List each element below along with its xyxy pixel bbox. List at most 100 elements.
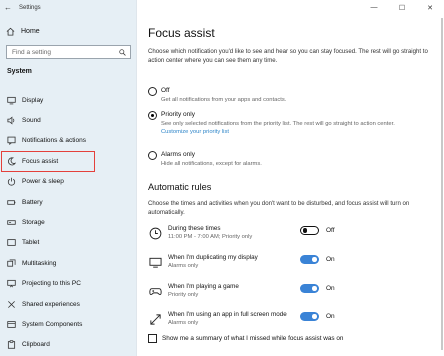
storage-icon: [6, 218, 16, 228]
system-components-icon: [6, 319, 16, 329]
sidebar-item-sound[interactable]: Sound: [0, 110, 137, 130]
sidebar-item-label: Focus assist: [22, 157, 59, 165]
shared-experiences-icon: [6, 299, 16, 309]
radio-label: Alarms only: [161, 151, 195, 158]
sidebar-item-label: Shared experiences: [22, 300, 80, 308]
sidebar-nav: Display Sound Notifications & actions Fo…: [0, 90, 137, 355]
radio-label: Off: [161, 87, 170, 94]
rule-full-screen-mode[interactable]: When I'm using an app in full screen mod…: [148, 310, 358, 330]
page-description: Choose which notification you'd like to …: [148, 48, 428, 64]
home-link[interactable]: Home: [5, 24, 130, 38]
sidebar-item-label: System Components: [22, 320, 83, 328]
radio-option-off[interactable]: Off Get all notifications from your apps…: [148, 86, 411, 104]
monitor-icon: [148, 255, 162, 269]
sidebar-item-system-components[interactable]: System Components: [0, 314, 137, 334]
sidebar-item-projecting[interactable]: Projecting to this PC: [0, 274, 137, 294]
sidebar-item-display[interactable]: Display: [0, 90, 137, 110]
close-button[interactable]: ✕: [416, 0, 444, 15]
sidebar-item-power-sleep[interactable]: Power & sleep: [0, 172, 137, 192]
home-label: Home: [21, 27, 40, 35]
clipboard-icon: [6, 340, 16, 350]
rule-title: When I'm playing a game: [168, 283, 239, 290]
sidebar-item-shared-experiences[interactable]: Shared experiences: [0, 294, 137, 314]
sidebar-item-storage[interactable]: Storage: [0, 212, 137, 232]
radio-option-priority-only[interactable]: Priority only See only selected notifica…: [148, 110, 411, 136]
radio-button[interactable]: [148, 87, 157, 96]
sidebar: ← Settings Home System Display Sound Not…: [0, 0, 137, 356]
scrollbar[interactable]: [441, 18, 443, 350]
sound-icon: [6, 116, 16, 126]
rule-title: When I'm using an app in full screen mod…: [168, 311, 287, 318]
radio-description: Get all notifications from your apps and…: [161, 97, 287, 103]
clock-icon: [148, 226, 162, 240]
toggle-state-label: On: [326, 256, 335, 263]
search-box: [6, 45, 131, 59]
window-controls: — ☐ ✕: [360, 0, 444, 15]
sidebar-item-label: Multitasking: [22, 259, 57, 267]
sidebar-item-focus-assist[interactable]: Focus assist: [1, 151, 95, 172]
sidebar-item-battery[interactable]: Battery: [0, 192, 137, 212]
back-button[interactable]: ←: [0, 0, 16, 15]
sidebar-item-label: Clipboard: [22, 341, 50, 349]
toggle-switch[interactable]: [300, 226, 319, 235]
toggle-switch[interactable]: [300, 255, 319, 264]
fullscreen-icon: [148, 312, 162, 326]
search-icon[interactable]: [119, 43, 126, 61]
display-icon: [6, 95, 16, 105]
toggle-switch[interactable]: [300, 284, 319, 293]
power-icon: [6, 177, 16, 187]
radio-button[interactable]: [148, 151, 157, 160]
home-icon: [5, 27, 15, 36]
radio-option-alarms-only[interactable]: Alarms only Hide all notifications, exce…: [148, 150, 411, 168]
radio-description: Hide all notifications, except for alarm…: [161, 161, 262, 167]
sidebar-item-clipboard[interactable]: Clipboard: [0, 335, 137, 355]
toggle-state-label: Off: [326, 227, 335, 234]
toggle-state-label: On: [326, 313, 335, 320]
rule-duplicating-display[interactable]: When I'm duplicating my display Alarms o…: [148, 253, 358, 273]
sidebar-item-label: Tablet: [22, 239, 40, 247]
sidebar-item-label: Projecting to this PC: [22, 280, 81, 288]
projecting-icon: [6, 279, 16, 289]
maximize-button[interactable]: ☐: [388, 0, 416, 15]
page-title: Focus assist: [148, 26, 215, 40]
rule-subtitle: 11:00 PM - 7:00 AM; Priority only: [168, 234, 253, 240]
sidebar-item-label: Power & sleep: [22, 178, 64, 186]
rule-during-these-times[interactable]: During these times 11:00 PM - 7:00 AM; P…: [148, 224, 358, 244]
sidebar-item-multitasking[interactable]: Multitasking: [0, 253, 137, 273]
sidebar-item-label: Storage: [22, 219, 45, 227]
section-heading-automatic-rules: Automatic rules: [148, 182, 212, 192]
sidebar-item-label: Display: [22, 96, 44, 104]
rule-subtitle: Priority only: [168, 292, 199, 298]
battery-icon: [6, 197, 16, 207]
summary-checkbox[interactable]: [148, 334, 157, 343]
toggle-switch[interactable]: [300, 312, 319, 321]
sidebar-item-tablet[interactable]: Tablet: [0, 233, 137, 253]
rule-subtitle: Alarms only: [168, 320, 199, 326]
radio-label: Priority only: [161, 111, 195, 118]
sidebar-item-notifications[interactable]: Notifications & actions: [0, 131, 137, 151]
sidebar-item-label: Notifications & actions: [22, 137, 86, 145]
radio-description: See only selected notifications from the…: [161, 121, 395, 127]
tablet-icon: [6, 238, 16, 248]
toggle-state-label: On: [326, 285, 335, 292]
minimize-button[interactable]: —: [360, 0, 388, 15]
summary-checkbox-label: Show me a summary of what I missed while…: [162, 335, 344, 342]
sidebar-item-label: Battery: [22, 198, 43, 206]
window-title: Settings: [19, 4, 41, 11]
summary-checkbox-row[interactable]: Show me a summary of what I missed while…: [148, 334, 344, 343]
moon-icon: [6, 156, 16, 166]
radio-button-selected[interactable]: [148, 111, 157, 120]
multitasking-icon: [6, 258, 16, 268]
rule-title: When I'm duplicating my display: [168, 254, 258, 261]
search-input[interactable]: [12, 48, 112, 56]
gamepad-icon: [148, 284, 162, 298]
rule-subtitle: Alarms only: [168, 263, 199, 269]
notifications-icon: [6, 136, 16, 146]
automatic-rules-description: Choose the times and activities when you…: [148, 200, 410, 216]
sidebar-item-label: Sound: [22, 117, 41, 125]
rule-title: During these times: [168, 225, 221, 232]
section-label-system: System: [7, 68, 32, 75]
rule-playing-game[interactable]: When I'm playing a game Priority only On: [148, 282, 358, 302]
customize-priority-list-link[interactable]: Customize your priority list: [161, 128, 411, 136]
title-bar: ← Settings: [0, 0, 137, 15]
